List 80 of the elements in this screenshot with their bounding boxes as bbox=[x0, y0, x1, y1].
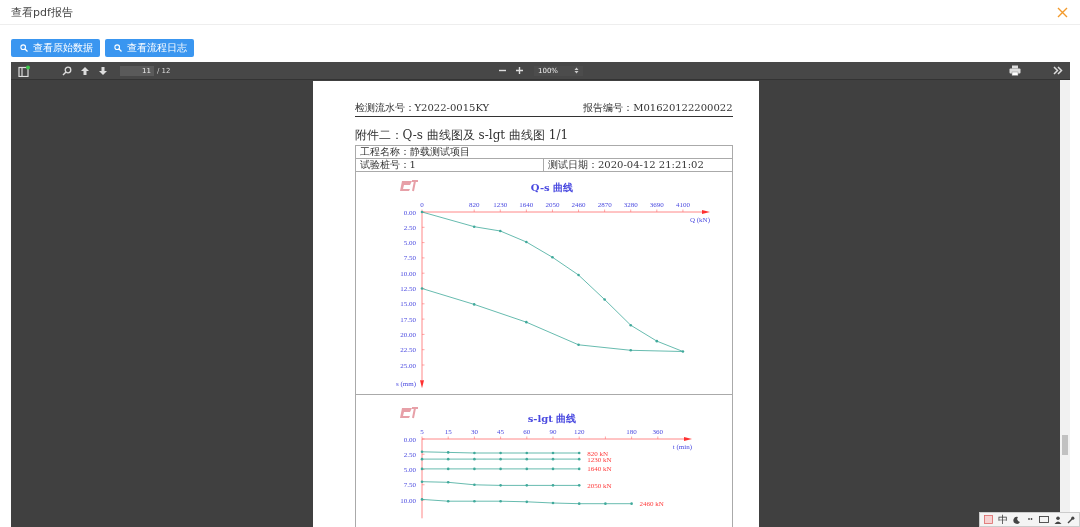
data-point bbox=[551, 484, 554, 487]
moon-icon[interactable] bbox=[1013, 515, 1021, 524]
scrollbar[interactable] bbox=[1060, 80, 1070, 512]
data-point bbox=[602, 298, 606, 301]
data-point bbox=[550, 256, 554, 259]
data-point bbox=[472, 225, 475, 228]
data-point bbox=[498, 457, 502, 461]
data-point bbox=[472, 451, 476, 455]
double-chevron-icon[interactable] bbox=[1053, 66, 1063, 75]
data-point bbox=[525, 467, 528, 471]
data-point bbox=[576, 273, 580, 277]
input-mode-toggle[interactable]: 中 bbox=[998, 514, 1008, 525]
data-point bbox=[446, 499, 449, 503]
data-point bbox=[603, 502, 607, 505]
data-point bbox=[472, 303, 475, 306]
data-point bbox=[551, 451, 554, 455]
data-point bbox=[446, 481, 449, 484]
data-point bbox=[446, 451, 449, 454]
table-cell: 测试日期：2020-04-12 21:21:02 bbox=[543, 159, 732, 171]
data-point bbox=[577, 502, 580, 505]
data-point bbox=[498, 467, 502, 471]
data-point bbox=[525, 457, 528, 461]
data-point bbox=[681, 350, 684, 353]
serial-number-text: 检测流水号：Y2022-0015KY bbox=[354, 101, 490, 115]
arrow-up-icon[interactable] bbox=[80, 65, 90, 76]
logo-icon bbox=[399, 180, 419, 192]
data-point bbox=[446, 467, 449, 471]
person-icon[interactable] bbox=[1054, 515, 1062, 524]
data-point bbox=[472, 499, 476, 503]
data-point bbox=[498, 451, 502, 455]
data-point bbox=[655, 339, 658, 343]
data-point bbox=[577, 451, 580, 455]
search-icon bbox=[114, 44, 122, 52]
report-number-text: 报告编号：M01620122200022 bbox=[583, 101, 733, 115]
updown-caret-icon bbox=[574, 67, 579, 74]
data-point bbox=[446, 457, 449, 461]
data-point bbox=[629, 502, 633, 505]
data-point bbox=[420, 210, 423, 214]
arrow-down-icon[interactable] bbox=[98, 65, 108, 76]
search-icon bbox=[20, 44, 28, 52]
data-point bbox=[551, 501, 554, 505]
table-cell-text: 工程名称：静载测试项目 bbox=[358, 146, 471, 158]
scrollbar-thumb[interactable] bbox=[1062, 435, 1068, 455]
data-point bbox=[628, 349, 632, 352]
zoom-in-icon[interactable] bbox=[515, 66, 524, 75]
chart-title: Q-s 曲线 bbox=[530, 182, 573, 193]
data-point bbox=[498, 229, 502, 233]
search-icon[interactable] bbox=[62, 65, 72, 76]
data-point bbox=[524, 320, 528, 324]
print-icon[interactable] bbox=[1009, 65, 1021, 76]
wrench-icon[interactable] bbox=[1067, 515, 1075, 524]
data-point bbox=[525, 451, 528, 455]
data-point bbox=[525, 500, 528, 504]
logo-icon bbox=[399, 407, 419, 419]
data-point bbox=[498, 484, 502, 487]
data-point bbox=[576, 343, 580, 347]
data-point bbox=[524, 240, 528, 244]
data-point bbox=[551, 457, 554, 461]
data-point bbox=[577, 467, 580, 471]
data-point bbox=[498, 499, 502, 503]
data-point bbox=[628, 323, 632, 327]
data-point bbox=[577, 457, 580, 461]
data-point bbox=[420, 457, 423, 461]
data-point bbox=[472, 467, 476, 471]
table-cell-text: 试验桩号：1 bbox=[358, 159, 417, 171]
data-point bbox=[525, 484, 528, 487]
data-point bbox=[420, 450, 423, 454]
keyboard-icon[interactable] bbox=[1039, 516, 1049, 523]
data-point bbox=[420, 480, 423, 483]
chart-title: s-lgt 曲线 bbox=[527, 413, 576, 424]
sidebar-toggle-icon[interactable] bbox=[18, 64, 30, 77]
dialog-title: 查看pdf报告 bbox=[11, 4, 73, 20]
data-point bbox=[420, 498, 423, 501]
data-point bbox=[420, 467, 423, 471]
page-heading: 附件二：Q-s 曲线图及 s-lgt 曲线图 1/1 bbox=[354, 127, 570, 144]
data-point bbox=[577, 484, 580, 487]
data-point bbox=[472, 483, 476, 487]
data-point bbox=[472, 457, 476, 461]
data-point bbox=[551, 467, 554, 471]
data-point bbox=[420, 287, 423, 290]
